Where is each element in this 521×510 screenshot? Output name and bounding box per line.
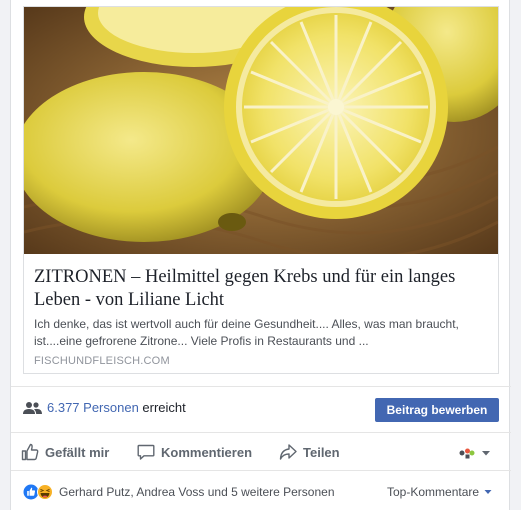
like-reaction-icon [23,484,39,500]
reach-bar: 6.377 Personen erreicht Beitrag bewerben [11,386,511,432]
link-preview[interactable]: ZITRONEN – Heilmittel gegen Krebs und fü… [23,6,499,374]
like-label: Gefällt mir [45,444,110,460]
reach-count-link[interactable]: 6.377 Personen [47,400,139,415]
haha-reaction-icon [37,484,53,500]
share-icon [279,444,297,460]
chevron-down-icon [482,451,490,456]
post-actions: Gefällt mir Kommentieren Teilen [11,432,511,470]
reactions-icons[interactable] [23,484,59,500]
reach-suffix: erreicht [138,400,186,415]
comment-label: Kommentieren [161,444,253,460]
audience-icon [459,448,475,459]
people-icon [23,402,42,414]
link-domain: FISCHUNDFLEISCH.COM [34,355,170,367]
likers-list[interactable]: Gerhard Putz, Andrea Voss und 5 weitere … [59,485,335,499]
comment-button[interactable]: Kommentieren [137,442,252,462]
audience-selector[interactable] [459,447,492,459]
chevron-down-icon [484,490,492,494]
comment-icon [137,444,155,460]
reactions-summary: Gerhard Putz, Andrea Voss und 5 weitere … [11,470,511,510]
share-label: Teilen [303,444,340,460]
reach-summary: 6.377 Personen erreicht [47,400,186,415]
comment-sort-dropdown[interactable]: Top-Kommentare [387,485,493,499]
like-button[interactable]: Gefällt mir [21,442,109,462]
share-button[interactable]: Teilen [279,442,340,462]
link-preview-image[interactable] [24,7,498,254]
lemons-photo [24,7,498,254]
promote-post-button[interactable]: Beitrag bewerben [375,398,499,422]
link-description: Ich denke, das ist wertvoll auch für dei… [34,317,459,348]
link-title[interactable]: ZITRONEN – Heilmittel gegen Krebs und fü… [34,266,494,312]
like-icon [21,443,39,461]
post-card: ZITRONEN – Heilmittel gegen Krebs und fü… [10,0,511,510]
comment-sort-label: Top-Kommentare [387,485,480,499]
